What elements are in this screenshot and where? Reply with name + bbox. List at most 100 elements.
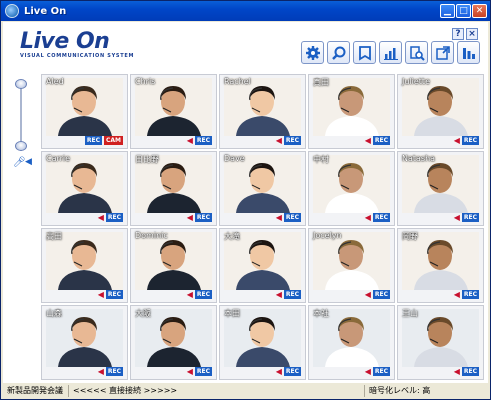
speaker-icon[interactable]: ◀	[25, 157, 32, 167]
speaker-icon[interactable]: ◀	[187, 290, 193, 299]
tile-controls: ◀ REC	[365, 213, 390, 222]
record-button[interactable]: REC	[461, 367, 479, 376]
record-button[interactable]: REC	[84, 136, 102, 145]
record-button[interactable]: REC	[283, 213, 301, 222]
speaker-icon[interactable]: ◀	[365, 290, 371, 299]
speaker-icon[interactable]: ◀	[454, 290, 460, 299]
status-encryption: 暗号化レベル: 高	[369, 386, 431, 395]
tile-controls: ◀ REC	[187, 136, 212, 145]
volume-slider[interactable]	[15, 79, 27, 159]
record-button[interactable]: REC	[461, 213, 479, 222]
record-button[interactable]: REC	[372, 136, 390, 145]
speaker-icon[interactable]: ◀	[365, 136, 371, 145]
speaker-icon[interactable]: ◀	[365, 367, 371, 376]
record-button[interactable]: REC	[194, 290, 212, 299]
participant-tile[interactable]: Natasha ◀ REC	[397, 151, 484, 226]
speaker-icon[interactable]: ◀	[187, 213, 193, 222]
panel-close-button[interactable]: ×	[466, 28, 478, 40]
record-button[interactable]: REC	[194, 213, 212, 222]
participant-video	[313, 232, 390, 290]
help-button[interactable]: ?	[452, 28, 464, 40]
participant-name: 大阪	[135, 309, 151, 318]
tile-controls: ◀ REC	[276, 136, 301, 145]
record-button[interactable]: REC	[372, 213, 390, 222]
participant-video	[46, 78, 123, 136]
settings-button[interactable]	[301, 41, 324, 64]
tile-controls: ◀ REC	[454, 213, 479, 222]
record-button[interactable]: REC	[283, 136, 301, 145]
speaker-icon[interactable]: ◀	[98, 290, 104, 299]
participant-tile[interactable]: 本社 ◀ REC	[308, 305, 395, 380]
bookmark-button[interactable]	[353, 41, 376, 64]
participant-tile[interactable]: 中村 ◀ REC	[308, 151, 395, 226]
participant-video	[135, 232, 212, 290]
record-button[interactable]: REC	[461, 290, 479, 299]
status-bar: 新製品開発会議 <<<<< 直接接続 >>>>> 暗号化レベル: 高	[3, 384, 488, 398]
participant-name: 岡野	[402, 232, 418, 241]
participant-tile[interactable]: 大阪 ◀ REC	[130, 305, 217, 380]
tile-controls: ◀ REC	[98, 213, 123, 222]
participant-tile[interactable]: Jocelyn ◀ REC	[308, 228, 395, 303]
slider-knob-top[interactable]	[15, 79, 27, 89]
minimize-button[interactable]: ▁	[440, 4, 455, 18]
speaker-icon[interactable]: ◀	[276, 367, 282, 376]
record-button[interactable]: REC	[461, 136, 479, 145]
microphone-icon[interactable]: 🎤︎	[13, 157, 26, 168]
participant-video	[402, 155, 479, 213]
maximize-button[interactable]: □	[456, 4, 471, 18]
speaker-icon[interactable]: ◀	[276, 213, 282, 222]
record-button[interactable]: REC	[283, 367, 301, 376]
record-button[interactable]: REC	[372, 367, 390, 376]
record-button[interactable]: REC	[194, 136, 212, 145]
speaker-icon[interactable]: ◀	[365, 213, 371, 222]
layout-button[interactable]	[457, 41, 480, 64]
participant-name: 高田	[46, 232, 62, 241]
speaker-icon[interactable]: ◀	[98, 367, 104, 376]
participant-video	[224, 155, 301, 213]
record-button[interactable]: REC	[105, 367, 123, 376]
record-button[interactable]: REC	[194, 367, 212, 376]
document-arrow-icon	[435, 45, 450, 60]
title-bar[interactable]: Live On ▁ □ ✕	[1, 1, 490, 21]
participant-tile[interactable]: 日比野 ◀ REC	[130, 151, 217, 226]
speaker-icon[interactable]: ◀	[276, 136, 282, 145]
participant-tile[interactable]: 本田 ◀ REC	[219, 305, 306, 380]
speaker-icon[interactable]: ◀	[276, 290, 282, 299]
participant-tile[interactable]: Dominic ◀ REC	[130, 228, 217, 303]
participant-tile[interactable]: 山森 ◀ REC	[41, 305, 128, 380]
participant-tile[interactable]: Dave ◀ REC	[219, 151, 306, 226]
participant-tile[interactable]: 真田 ◀ REC	[308, 74, 395, 149]
participant-name: 中村	[313, 155, 329, 164]
participant-tile[interactable]: 大滝 ◀ REC	[219, 228, 306, 303]
document-search-button[interactable]	[405, 41, 428, 64]
bar-chart-icon	[383, 47, 398, 60]
participant-tile[interactable]: Rachel ◀ REC	[219, 74, 306, 149]
slider-knob-bottom[interactable]	[15, 141, 27, 151]
record-button[interactable]: REC	[283, 290, 301, 299]
participant-tile[interactable]: Chris ◀ REC	[130, 74, 217, 149]
speaker-icon[interactable]: ◀	[454, 367, 460, 376]
record-button[interactable]: REC	[105, 290, 123, 299]
record-button[interactable]: REC	[105, 213, 123, 222]
record-button[interactable]: REC	[372, 290, 390, 299]
window-title: Live On	[24, 5, 67, 17]
participant-tile[interactable]: Juliette ◀ REC	[397, 74, 484, 149]
participant-name: Chris	[135, 77, 156, 86]
participant-tile[interactable]: Carrie ◀ REC	[41, 151, 128, 226]
tile-controls: ◀ REC	[276, 213, 301, 222]
speaker-icon[interactable]: ◀	[187, 367, 193, 376]
participant-tile[interactable]: 岡野 ◀ REC	[397, 228, 484, 303]
statistics-button[interactable]	[379, 41, 402, 64]
participant-tile[interactable]: 王山 ◀ REC	[397, 305, 484, 380]
close-button[interactable]: ✕	[472, 4, 487, 18]
participant-tile[interactable]: 高田 ◀ REC	[41, 228, 128, 303]
participant-tile[interactable]: Aled REC CAM	[41, 74, 128, 149]
speaker-icon[interactable]: ◀	[187, 136, 193, 145]
search-button[interactable]	[327, 41, 350, 64]
send-document-button[interactable]	[431, 41, 454, 64]
camera-button[interactable]: CAM	[103, 136, 123, 145]
tile-controls: ◀ REC	[454, 290, 479, 299]
speaker-icon[interactable]: ◀	[454, 213, 460, 222]
speaker-icon[interactable]: ◀	[98, 213, 104, 222]
speaker-icon[interactable]: ◀	[454, 136, 460, 145]
